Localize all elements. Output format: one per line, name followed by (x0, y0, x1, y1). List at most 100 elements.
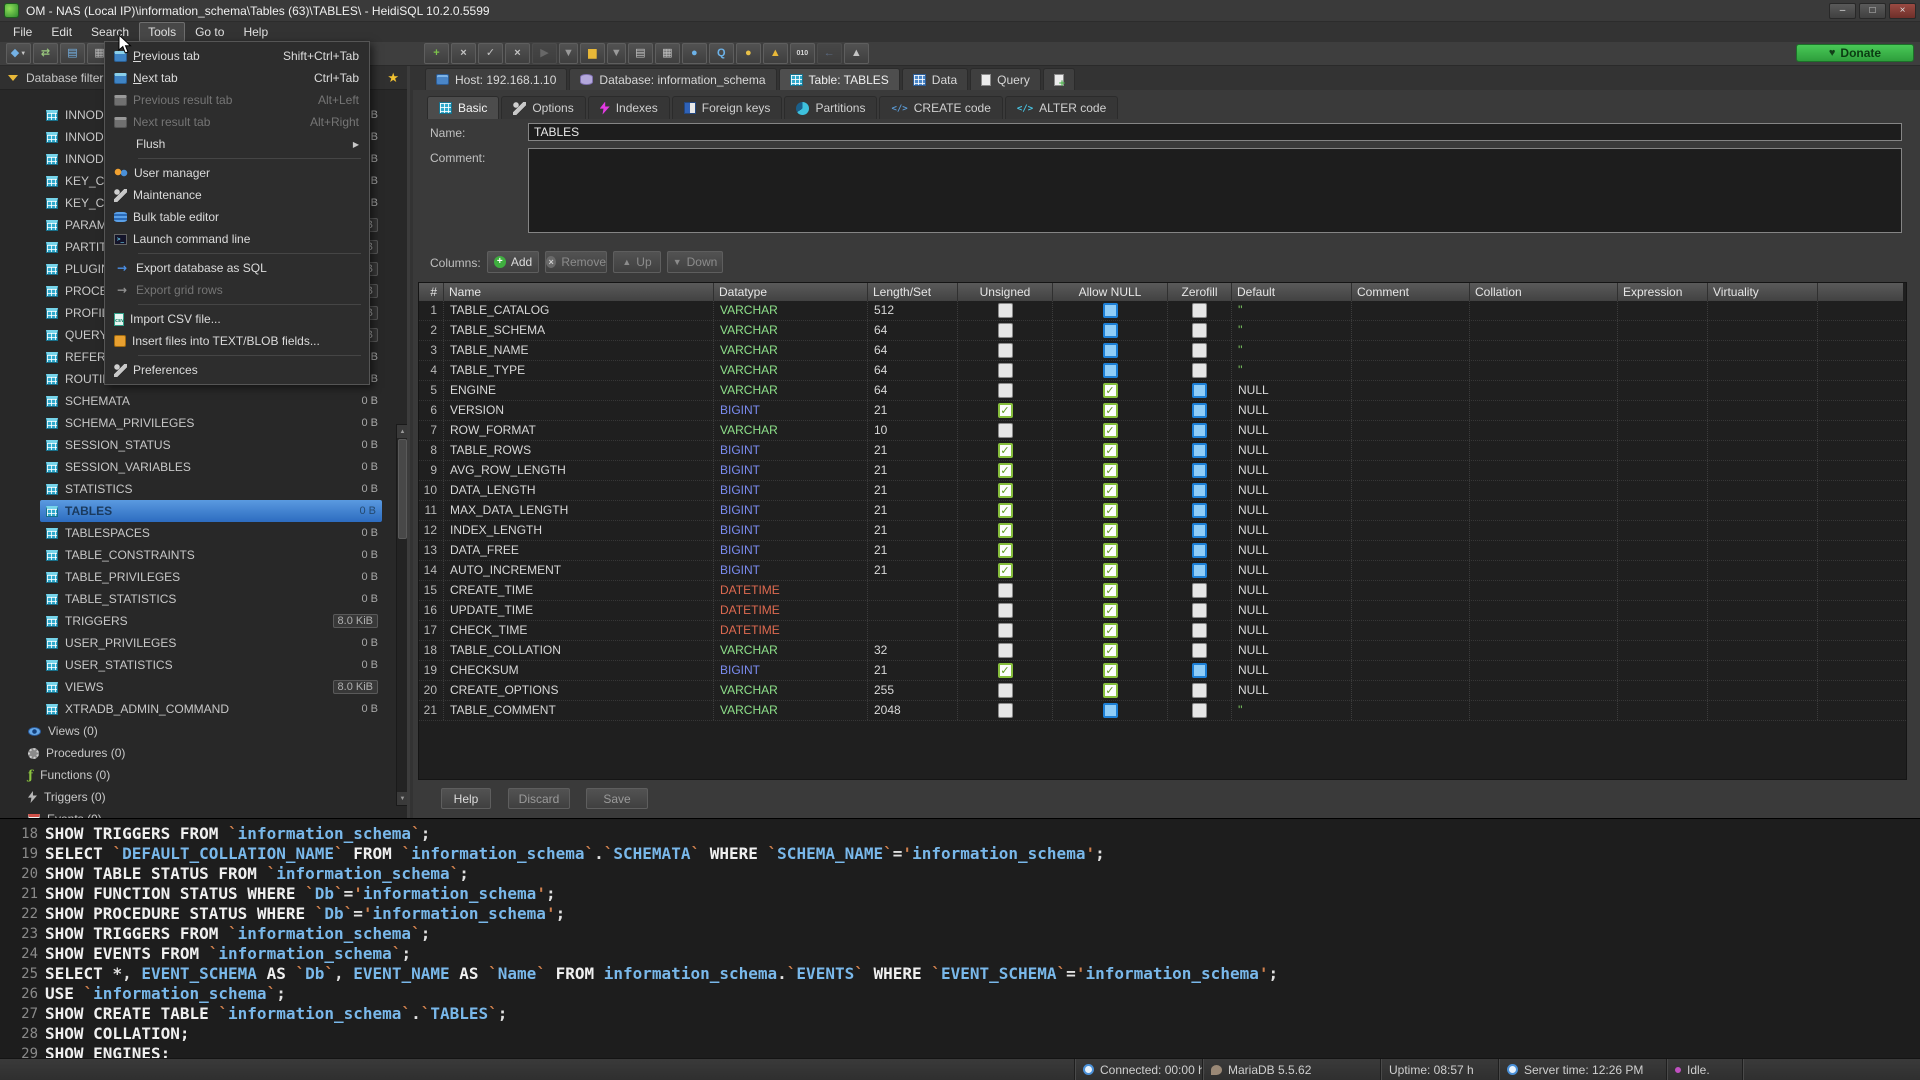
collapse-button[interactable]: ▲ (844, 43, 869, 64)
zerofill-checkbox[interactable] (1192, 663, 1207, 678)
zerofill-checkbox[interactable] (1192, 463, 1207, 478)
allow-null-checkbox[interactable]: ✓ (1103, 523, 1118, 538)
allow-null-checkbox[interactable] (1103, 343, 1118, 358)
unsigned-checkbox[interactable] (998, 423, 1013, 438)
allow-null-checkbox[interactable] (1103, 303, 1118, 318)
allow-null-checkbox[interactable]: ✓ (1103, 583, 1118, 598)
scroll-down-icon[interactable]: ▼ (397, 792, 408, 805)
tab-host[interactable]: Host: 192.168.1.10 (425, 68, 567, 90)
unsigned-checkbox[interactable]: ✓ (998, 563, 1013, 578)
zerofill-checkbox[interactable] (1192, 683, 1207, 698)
tree-item-table[interactable]: USER_PRIVILEGES0 B (0, 632, 396, 654)
menu-item-import-csv-file[interactable]: Import CSV file... (105, 308, 369, 330)
menu-item-user-manager[interactable]: User manager (105, 162, 369, 184)
column-row[interactable]: 10DATA_LENGTHBIGINT21✓✓NULL (419, 481, 1906, 501)
zerofill-checkbox[interactable] (1192, 423, 1207, 438)
run-button[interactable]: ▶ (532, 43, 557, 64)
tree-item-table[interactable]: TABLE_STATISTICS0 B (0, 588, 396, 610)
tree-item-table[interactable]: STATISTICS0 B (0, 478, 396, 500)
zerofill-checkbox[interactable] (1192, 643, 1207, 658)
discard-button[interactable]: Discard (508, 788, 570, 809)
unsigned-checkbox[interactable]: ✓ (998, 543, 1013, 558)
unsigned-checkbox[interactable] (998, 643, 1013, 658)
menu-item-launch-command-line[interactable]: Launch command line (105, 228, 369, 250)
column-row[interactable]: 12INDEX_LENGTHBIGINT21✓✓NULL (419, 521, 1906, 541)
zerofill-checkbox[interactable] (1192, 483, 1207, 498)
unsigned-checkbox[interactable]: ✓ (998, 403, 1013, 418)
menu-item-previous-result-tab[interactable]: Previous result tabAlt+Left (105, 89, 369, 111)
tree-item-table[interactable]: XTRADB_ADMIN_COMMAND0 B (0, 698, 396, 720)
column-row[interactable]: 1TABLE_CATALOGVARCHAR512'' (419, 301, 1906, 321)
tab-data[interactable]: Data (902, 68, 968, 90)
subtab-partitions[interactable]: Partitions (784, 96, 877, 119)
allow-null-checkbox[interactable]: ✓ (1103, 543, 1118, 558)
zerofill-checkbox[interactable] (1192, 583, 1207, 598)
column-row[interactable]: 3TABLE_NAMEVARCHAR64'' (419, 341, 1906, 361)
menu-item-previous-tab[interactable]: Previous tabShift+Ctrl+Tab (105, 45, 369, 67)
zerofill-checkbox[interactable] (1192, 363, 1207, 378)
tree-item-views[interactable]: Views (0) (0, 720, 396, 742)
column-row[interactable]: 21TABLE_COMMENTVARCHAR2048'' (419, 701, 1906, 721)
minimize-button[interactable]: – (1829, 3, 1856, 19)
table-name-input[interactable] (528, 123, 1902, 141)
menu-item-export-database-as-sql[interactable]: Export database as SQL (105, 257, 369, 279)
column-row[interactable]: 9AVG_ROW_LENGTHBIGINT21✓✓NULL (419, 461, 1906, 481)
column-row[interactable]: 2TABLE_SCHEMAVARCHAR64'' (419, 321, 1906, 341)
allow-null-checkbox[interactable]: ✓ (1103, 483, 1118, 498)
discard-button[interactable]: × (505, 43, 530, 64)
subtab-indexes[interactable]: Indexes (588, 96, 670, 119)
zerofill-checkbox[interactable] (1192, 383, 1207, 398)
unsigned-checkbox[interactable] (998, 343, 1013, 358)
tree-item-table[interactable]: SESSION_STATUS0 B (0, 434, 396, 456)
allow-null-checkbox[interactable]: ✓ (1103, 503, 1118, 518)
allow-null-checkbox[interactable]: ✓ (1103, 683, 1118, 698)
add-column-button[interactable]: + Add (487, 251, 539, 273)
allow-null-checkbox[interactable]: ✓ (1103, 383, 1118, 398)
tab-new-query[interactable] (1043, 68, 1075, 90)
menu-item-maintenance[interactable]: Maintenance (105, 184, 369, 206)
column-row[interactable]: 14AUTO_INCREMENTBIGINT21✓✓NULL (419, 561, 1906, 581)
unsigned-checkbox[interactable]: ✓ (998, 483, 1013, 498)
zerofill-checkbox[interactable] (1192, 523, 1207, 538)
tree-scrollbar[interactable]: ▲ ▼ (396, 424, 409, 806)
unsigned-checkbox[interactable] (998, 623, 1013, 638)
menu-item-next-result-tab[interactable]: Next result tabAlt+Right (105, 111, 369, 133)
zerofill-checkbox[interactable] (1192, 303, 1207, 318)
move-up-button[interactable]: ▲ Up (613, 251, 661, 273)
column-row[interactable]: 6VERSIONBIGINT21✓✓NULL (419, 401, 1906, 421)
allow-null-checkbox[interactable]: ✓ (1103, 603, 1118, 618)
allow-null-checkbox[interactable] (1103, 703, 1118, 718)
tree-item-table[interactable]: SCHEMA_PRIVILEGES0 B (0, 412, 396, 434)
column-header-collation[interactable]: Collation (1470, 283, 1618, 301)
column-row[interactable]: 8TABLE_ROWSBIGINT21✓✓NULL (419, 441, 1906, 461)
remove-column-button[interactable]: × Remove (545, 251, 607, 273)
column-row[interactable]: 15CREATE_TIMEDATETIME✓NULL (419, 581, 1906, 601)
menu-item-flush[interactable]: Flush▶ (105, 133, 369, 155)
print-button[interactable]: ▦ (655, 43, 680, 64)
column-header-virtuality[interactable]: Virtuality (1708, 283, 1818, 301)
menu-help[interactable]: Help (234, 22, 277, 42)
tree-item-table[interactable]: SCHEMATA0 B (0, 390, 396, 412)
binary-log-button[interactable]: 010 (790, 43, 815, 64)
maximize-button[interactable]: □ (1859, 3, 1886, 19)
donate-button[interactable]: ♥ Donate (1796, 44, 1914, 62)
zerofill-checkbox[interactable] (1192, 443, 1207, 458)
allow-null-checkbox[interactable]: ✓ (1103, 403, 1118, 418)
unsigned-checkbox[interactable]: ✓ (998, 463, 1013, 478)
column-header-datatype[interactable]: Datatype (714, 283, 868, 301)
tree-item-table[interactable]: TABLE_PRIVILEGES0 B (0, 566, 396, 588)
tree-item-table[interactable]: TRIGGERS8.0 KiB (0, 610, 396, 632)
column-header-zerofill[interactable]: Zerofill (1168, 283, 1232, 301)
open-file-button[interactable]: ▆ (580, 43, 605, 64)
column-row[interactable]: 17CHECK_TIMEDATETIME✓NULL (419, 621, 1906, 641)
save-snippet-button[interactable]: ▤ (628, 43, 653, 64)
allow-null-checkbox[interactable]: ✓ (1103, 423, 1118, 438)
subtab-create-code[interactable]: CREATE code (879, 96, 1002, 119)
tree-item-procedures[interactable]: Procedures (0) (0, 742, 396, 764)
subtab-alter-code[interactable]: ALTER code (1005, 96, 1118, 119)
tab-query[interactable]: Query (970, 68, 1041, 90)
unsigned-checkbox[interactable] (998, 363, 1013, 378)
tab-database[interactable]: Database: information_schema (569, 68, 776, 90)
tree-item-triggers[interactable]: Triggers (0) (0, 786, 396, 808)
column-row[interactable]: 13DATA_FREEBIGINT21✓✓NULL (419, 541, 1906, 561)
